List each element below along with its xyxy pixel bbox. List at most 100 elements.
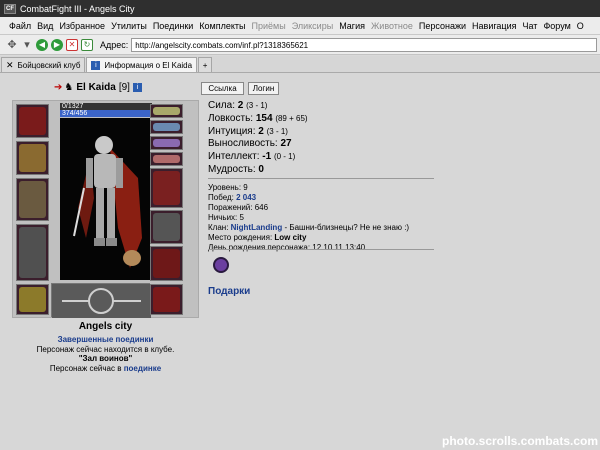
mana-bar: 374/456 [60, 110, 152, 117]
info-icon: i [91, 60, 101, 70]
move-icon[interactable]: ✥ [6, 39, 18, 51]
armor-item-icon [19, 227, 46, 278]
menu-item-about[interactable]: О [574, 21, 587, 31]
finished-fights-link: Завершенные поединки [57, 335, 154, 344]
shield-slot[interactable] [150, 210, 183, 244]
tab-label: Бойцовский клуб [17, 60, 81, 70]
shield-item-icon [153, 213, 180, 241]
belt-item-icon [19, 287, 46, 312]
boots-slot[interactable] [150, 284, 183, 315]
stat-row: Сила: 2 (3 - 1) [208, 100, 268, 111]
leggings-item-icon [153, 249, 180, 278]
amulet-slot[interactable] [150, 104, 183, 118]
new-tab-button[interactable]: + [198, 57, 213, 72]
bracer-slot[interactable] [16, 141, 49, 175]
stats-panel: Сила: 2 (3 - 1) Ловкость: 154 (89 + 65) … [208, 100, 308, 177]
boots-item-icon [153, 287, 180, 312]
stat-row: Выносливость: 27 [208, 138, 292, 150]
stat-row: Ловкость: 154 (89 + 65) [208, 112, 308, 124]
ring-slot-3[interactable] [150, 152, 183, 166]
menu-item-utilities[interactable]: Утилиты [108, 21, 150, 31]
menu-item-file[interactable]: Файл [6, 21, 34, 31]
menu-item-forum[interactable]: Форум [540, 21, 573, 31]
character-header: ➔ ♞ El Kaida [9] i [54, 82, 142, 93]
menu-bar: Файл Вид Избранное Утилиты Поединки Комп… [0, 17, 600, 35]
location-status: Персонаж сейчас находится в клубе. [36, 345, 175, 354]
tab-label: Информация о El Kaida [104, 60, 193, 70]
menu-item-animal[interactable]: Животное [368, 21, 416, 31]
clan-arrow-icon: ➔ [54, 82, 63, 93]
character-equipment-panel: 0/1327 374/456 [12, 100, 199, 318]
page-content: ➔ ♞ El Kaida [9] i Ссылка Логин 0/1327 3… [0, 73, 600, 450]
tab-fight-club[interactable]: ✕ Бойцовский клуб [1, 57, 86, 72]
watermark: photo.scrolls.combats.com [442, 434, 599, 448]
window-titlebar: CF CombatFight III - Angels City [0, 0, 600, 17]
bow-item-icon [19, 181, 46, 218]
ring-slot-2[interactable] [150, 136, 183, 150]
armor-slot[interactable] [16, 224, 49, 281]
app-icon: CF [4, 3, 16, 14]
stop-icon[interactable]: ✕ [66, 38, 78, 51]
link-button[interactable]: Ссылка [201, 82, 244, 95]
address-input[interactable]: http://angelscity.combats.com/inf.pl?131… [131, 37, 598, 52]
fight-link[interactable]: поединке [124, 364, 161, 373]
clan-link[interactable]: NightLanding [231, 223, 283, 232]
forward-icon[interactable]: ▶ [51, 38, 63, 51]
menu-item-techniques[interactable]: Приёмы [249, 21, 289, 31]
tab-character-info[interactable]: i Информация о El Kaida [86, 57, 198, 72]
close-tab-icon[interactable]: ✕ [6, 60, 14, 71]
toolbar: ✥ ▾ ◀ ▶ ✕ ↻ Адрес: http://angelscity.com… [0, 35, 600, 55]
helmet-slot[interactable] [16, 104, 49, 138]
ring-item-icon [153, 139, 180, 147]
character-info-icon[interactable]: i [132, 83, 142, 92]
knight-figure [60, 118, 150, 280]
ring-item-icon [153, 123, 180, 131]
stat-row: Интеллект: -1 (0 - 1) [208, 151, 296, 163]
achievement-badge-icon[interactable] [213, 257, 229, 273]
menu-item-fights[interactable]: Поединки [150, 21, 197, 31]
gifts-heading[interactable]: Подарки [208, 286, 250, 297]
menu-item-view[interactable]: Вид [34, 21, 56, 31]
gloves-item-icon [153, 171, 180, 205]
leggings-slot[interactable] [150, 246, 183, 281]
details-panel: Уровень: 9 Побед: 2 043 Поражений: 646 Н… [208, 183, 409, 253]
menu-item-chat[interactable]: Чат [520, 21, 541, 31]
address-label: Адрес: [100, 39, 129, 50]
belt-slot[interactable] [16, 284, 49, 315]
character-city: Angels city [78, 321, 133, 332]
level-row: Уровень: 9 [208, 183, 248, 192]
draws-row: Ничьих: 5 [208, 213, 244, 222]
bottom-ornament [51, 283, 151, 318]
losses-row: Поражений: 646 [208, 203, 269, 212]
birthplace-row: Место рождения: Low city [208, 233, 307, 242]
menu-item-favorites[interactable]: Избранное [56, 21, 108, 31]
bracer-item-icon [19, 144, 46, 172]
stat-row: Мудрость: 0 [208, 163, 264, 175]
logins-button[interactable]: Логин [248, 82, 279, 95]
amulet-item-icon [153, 107, 180, 115]
helmet-item-icon [19, 107, 46, 135]
weapon-slot[interactable] [16, 178, 49, 221]
character-name: El Kaida [76, 82, 116, 93]
divider [208, 249, 434, 250]
clan-emblem-icon: ♞ [64, 82, 74, 93]
menu-item-sets[interactable]: Комплекты [196, 21, 248, 31]
back-icon[interactable]: ◀ [36, 38, 48, 51]
menu-item-elixirs[interactable]: Эликсиры [289, 21, 337, 31]
menu-item-navigation[interactable]: Навигация [469, 21, 519, 31]
birthday-row: День рождения персонажа: 12.10.11 13:40 [208, 243, 366, 252]
location-room: "Зал воинов" [78, 354, 133, 363]
menu-item-characters[interactable]: Персонажи [416, 21, 469, 31]
ring-slot-1[interactable] [150, 120, 183, 134]
window-title: CombatFight III - Angels City [20, 3, 135, 14]
wins-row: Побед: 2 043 [208, 193, 257, 202]
dropdown-arrow-icon[interactable]: ▾ [21, 39, 33, 51]
clan-row: Клан: NightLanding - Башни-близнецы? Не … [208, 223, 410, 232]
divider [208, 178, 434, 179]
refresh-icon[interactable]: ↻ [81, 38, 93, 51]
gloves-slot[interactable] [150, 168, 183, 208]
ornament-emblem [52, 284, 151, 318]
hp-bar: 0/1327 [60, 103, 152, 110]
character-level: [9] [118, 82, 130, 93]
menu-item-magic[interactable]: Магия [336, 21, 368, 31]
